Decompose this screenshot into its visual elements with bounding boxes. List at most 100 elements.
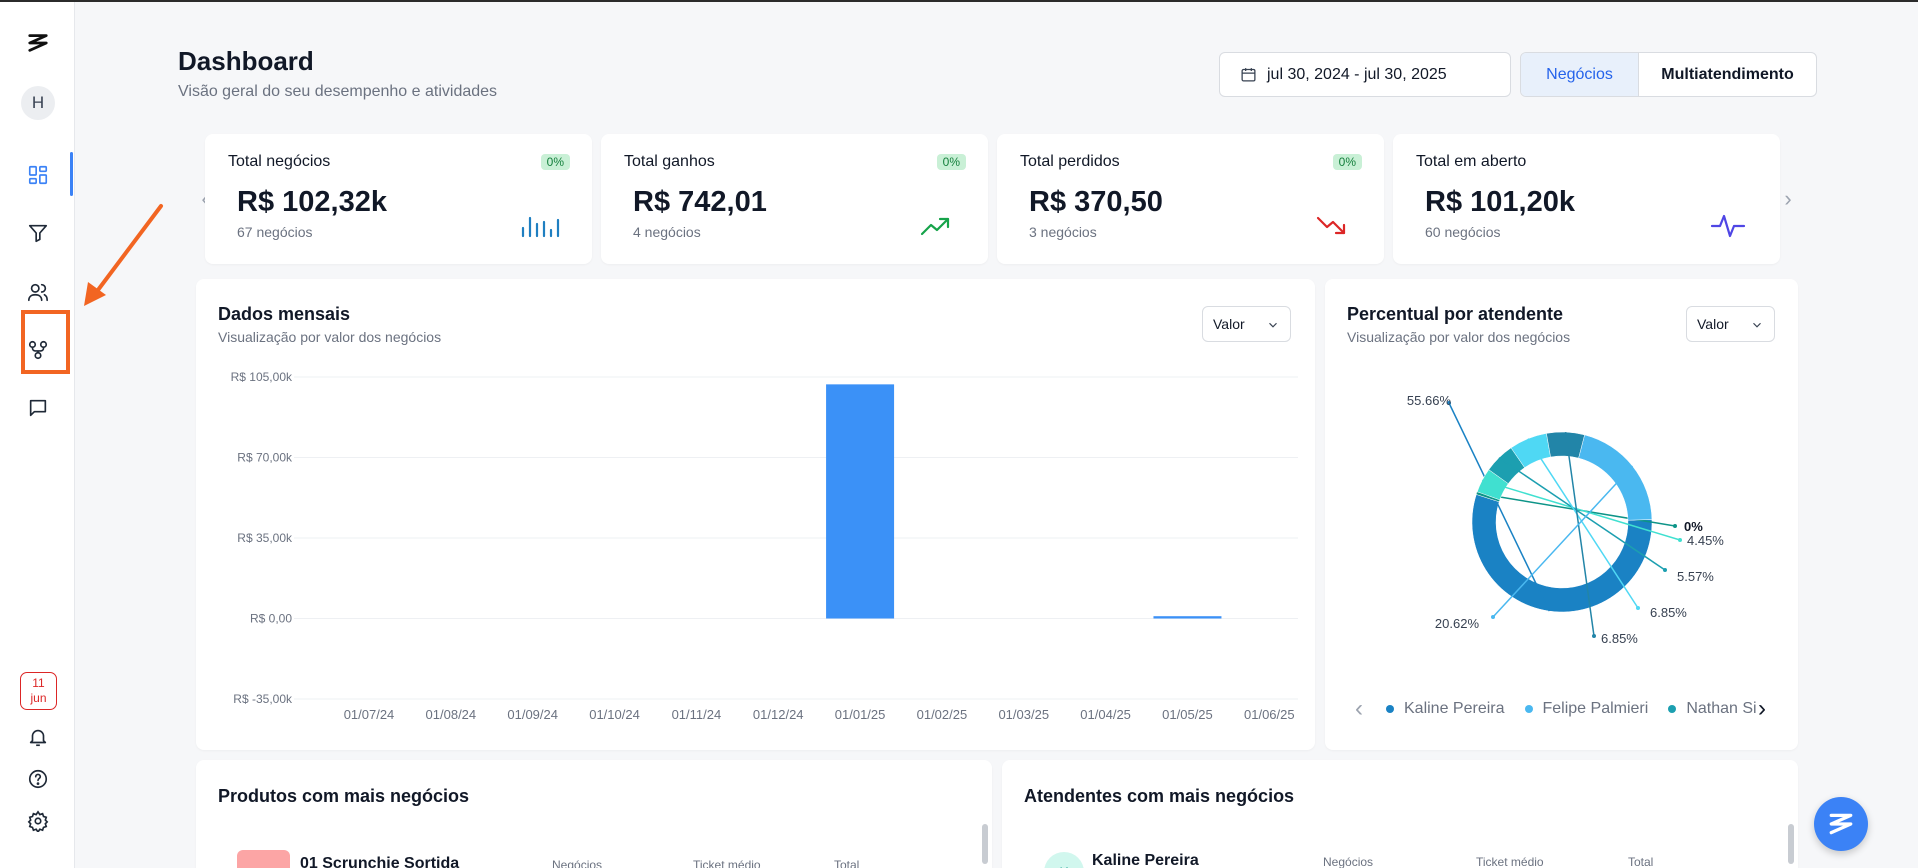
sidebar-active-indicator [70, 152, 73, 196]
legend-dot [1668, 705, 1677, 713]
scrollbar[interactable] [1788, 824, 1794, 864]
attendant-donut-chart: 55.66% 0%4.45% 5.57% 6.85% 6.85% 20.62% [1407, 393, 1724, 646]
sidebar-item-contacts[interactable] [14, 269, 62, 315]
legend-prev-icon[interactable]: ‹ [1351, 695, 1367, 723]
legend-dot [1386, 705, 1394, 713]
annotation-highlight-box [21, 310, 70, 374]
legend-label: Nathan Si [1686, 700, 1756, 717]
attendant-name[interactable]: Kaline Pereira [1092, 852, 1199, 868]
x-tick-label: 01/01/25 [835, 707, 886, 722]
legend-next-icon[interactable]: › [1754, 695, 1770, 723]
sidebar-item-funnel[interactable] [14, 210, 62, 256]
bar[interactable] [826, 384, 895, 619]
x-tick-label: 01/07/24 [344, 707, 395, 722]
kpi-subtitle: 3 negócios [1029, 224, 1097, 240]
kpi-value: R$ 102,32k [237, 186, 387, 218]
kpi-value: R$ 370,50 [1029, 186, 1163, 218]
bar-chart-icon [521, 216, 560, 238]
x-tick-label: 01/11/24 [672, 707, 722, 722]
x-tick-label: 01/09/24 [507, 707, 558, 722]
attendant-avatar: K [1044, 852, 1084, 868]
y-tick-label: R$ 0,00 [250, 612, 292, 626]
kpi-subtitle: 4 negócios [633, 224, 701, 240]
kpi-next-icon[interactable]: › [1780, 186, 1796, 212]
x-tick-label: 01/03/25 [998, 707, 1049, 722]
activity-icon [1710, 214, 1746, 238]
slice-label: 6.85% [1601, 631, 1638, 646]
label-leader-dot [1673, 524, 1677, 528]
legend-dot [1524, 705, 1533, 713]
help-button[interactable] [14, 756, 62, 802]
view-toggle: Negócios Multiatendimento [1520, 52, 1817, 97]
x-tick-label: 01/10/24 [589, 707, 640, 722]
kpi-card-total-em-aberto: Total em aberto R$ 101,20k 60 negócios [1393, 134, 1780, 264]
column-header: Negócios [1323, 855, 1374, 868]
logo-icon [1829, 813, 1853, 835]
legend-item[interactable]: Nathan Si [1668, 700, 1756, 718]
products-title: Produtos com mais negócios [218, 786, 470, 806]
kpi-subtitle: 60 negócios [1425, 224, 1501, 240]
scrollbar[interactable] [982, 824, 988, 864]
legend-item[interactable]: Kaline Pereira [1386, 700, 1505, 718]
legend-label: Kaline Pereira [1404, 700, 1505, 717]
donut-slice[interactable] [1578, 434, 1653, 521]
settings-button[interactable] [14, 798, 62, 844]
sidebar-item-chat[interactable] [14, 385, 62, 431]
slice-label: 6.85% [1650, 605, 1687, 620]
donut-slice[interactable] [1471, 494, 1653, 613]
y-tick-label: R$ 105,00k [231, 370, 293, 384]
chat-fab-button[interactable] [1814, 797, 1868, 851]
products-panel: Produtos com mais negócios 01 Scrunchie … [196, 760, 992, 868]
tab-negocios[interactable]: Negócios [1521, 53, 1639, 96]
kpi-card-total-ganhos: Total ganhos 0% R$ 742,01 4 negócios [601, 134, 988, 264]
x-tick-label: 01/12/24 [753, 707, 804, 722]
kpi-badge: 0% [936, 154, 966, 170]
slice-label: 0% [1684, 519, 1703, 534]
date-range-picker[interactable]: jul 30, 2024 - jul 30, 2025 [1219, 52, 1511, 97]
label-leader-dot [1491, 615, 1495, 619]
filter-icon [28, 224, 48, 243]
legend-item[interactable]: Felipe Palmieri [1524, 700, 1649, 718]
bar[interactable] [1153, 616, 1222, 619]
users-icon [28, 283, 48, 302]
slice-label: 55.66% [1407, 393, 1452, 408]
kpi-title: Total negócios [228, 153, 331, 170]
avatar[interactable]: H [21, 86, 55, 120]
kpi-badge: 0% [1332, 154, 1362, 170]
kpi-title: Total ganhos [624, 153, 715, 170]
label-leader-dot [1663, 568, 1667, 572]
trending-up-icon [920, 217, 950, 236]
sidebar-item-dashboard[interactable] [14, 152, 62, 198]
logo-icon[interactable] [14, 20, 62, 66]
legend-label: Felipe Palmieri [1542, 700, 1649, 717]
column-header: Ticket médio [1476, 855, 1544, 868]
label-leader-dot [1678, 538, 1682, 542]
slice-label: 5.57% [1677, 569, 1714, 584]
product-name[interactable]: 01 Scrunchie Sortida [300, 855, 459, 868]
avatar-letter: H [31, 93, 45, 112]
calendar-icon [1241, 68, 1256, 82]
date-range-label: jul 30, 2024 - jul 30, 2025 [1267, 65, 1447, 83]
kpi-badge: 0% [540, 154, 570, 170]
notifications-button[interactable] [14, 714, 62, 760]
calendar-badge[interactable]: 11 jun [20, 672, 57, 710]
kpi-value: R$ 101,20k [1425, 186, 1575, 218]
column-header: Negócios [552, 858, 603, 868]
kpi-title: Total em aberto [1416, 153, 1527, 170]
bell-icon [29, 729, 47, 747]
label-leader-dot [1592, 634, 1596, 638]
top-border [0, 0, 1918, 2]
column-header: Total [1628, 855, 1654, 868]
grid-icon [28, 165, 48, 185]
y-tick-label: R$ 70,00k [237, 451, 293, 465]
page-subtitle: Visão geral do seu desempenho e atividad… [178, 83, 498, 100]
product-thumbnail [237, 850, 290, 868]
kpi-value: R$ 742,01 [633, 186, 767, 218]
kpi-title: Total perdidos [1020, 153, 1120, 170]
message-icon [29, 399, 47, 417]
monthly-bar-chart: R$ 105,00k R$ 70,00k R$ 35,00k R$ 0,00 R$ -3… [231, 370, 1298, 722]
calendar-day: 11 [32, 676, 45, 690]
tab-multiatendimento[interactable]: Multiatendimento [1639, 53, 1816, 96]
sidebar: H 11 jun [0, 2, 75, 868]
slice-label: 20.62% [1435, 616, 1480, 631]
